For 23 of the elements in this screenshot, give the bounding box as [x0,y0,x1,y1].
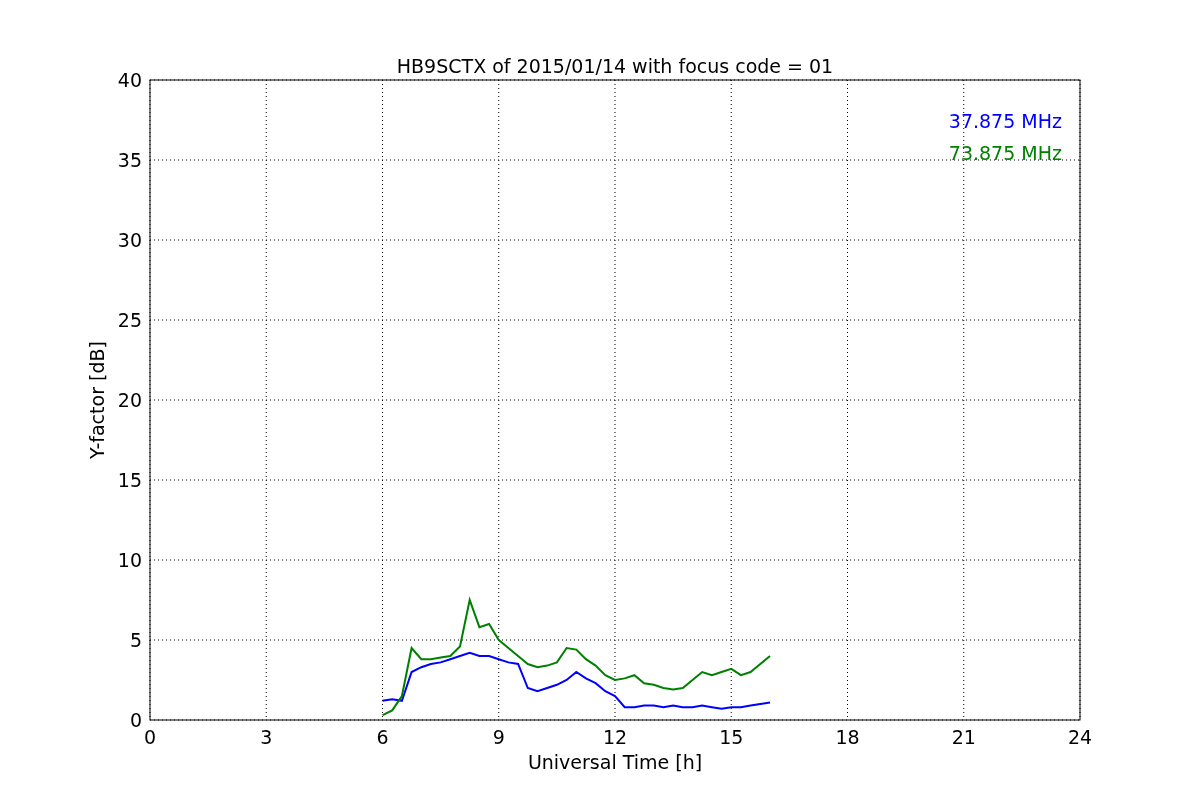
y-tick-label: 5 [129,629,142,651]
y-tick-label: 0 [129,709,142,731]
y-axis-label: Y-factor [dB] [86,341,108,459]
y-tick-label: 35 [117,149,142,171]
x-tick-label: 0 [143,726,157,748]
legend-label: 37.875 MHz [948,110,1062,132]
x-tick-label: 18 [835,726,860,748]
x-tick-label: 12 [602,726,628,748]
x-tick-label: 6 [376,726,389,748]
y-tick-label: 10 [117,549,142,571]
x-tick-label: 24 [1067,726,1093,748]
y-tick-label: 20 [117,389,142,411]
x-axis-label: Universal Time [h] [527,751,703,773]
chart-title: HB9SCTX of 2015/01/14 with focus code = 01 [396,55,834,77]
x-tick-label: 21 [951,726,976,748]
x-tick-label: 3 [260,726,273,748]
x-tick-label: 9 [492,726,505,748]
y-tick-label: 15 [117,469,142,491]
legend-label: 73.875 MHz [948,142,1062,164]
y-tick-label: 25 [117,309,142,331]
x-tick-label: 15 [719,726,744,748]
y-tick-label: 30 [117,229,142,251]
y-tick-label: 40 [117,69,142,91]
